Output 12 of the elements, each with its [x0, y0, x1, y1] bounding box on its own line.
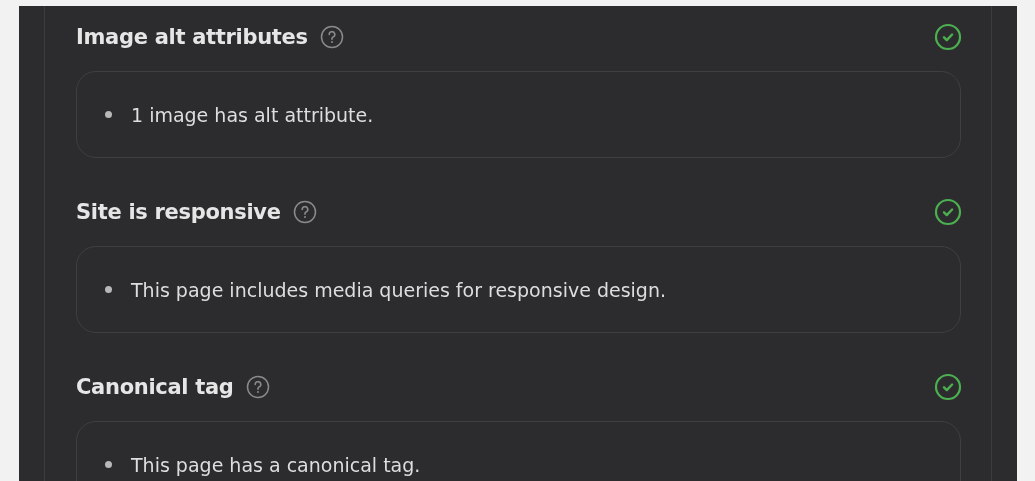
- help-icon[interactable]: [245, 375, 270, 399]
- result-text: This page has a canonical tag.: [131, 453, 421, 476]
- check-title: Canonical tag: [76, 375, 234, 399]
- bullet-icon: [105, 461, 112, 468]
- help-icon[interactable]: [319, 25, 344, 49]
- result-text: This page includes media queries for responsive design.: [131, 278, 666, 301]
- help-icon[interactable]: [292, 200, 317, 224]
- bullet-icon: [105, 111, 112, 118]
- check-title: Site is responsive: [76, 200, 281, 224]
- check-title: Image alt attributes: [76, 25, 308, 49]
- result-text: 1 image has alt attribute.: [131, 103, 374, 126]
- bullet-icon: [105, 286, 112, 293]
